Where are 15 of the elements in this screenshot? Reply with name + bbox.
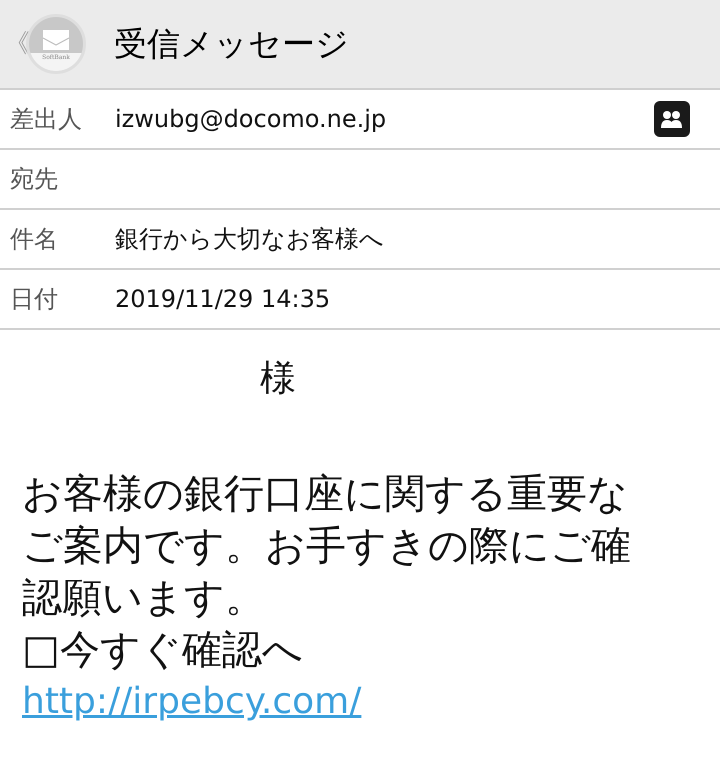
- people-icon: [660, 109, 684, 129]
- field-value: 銀行から大切なお客様へ: [115, 224, 385, 255]
- field-label: 差出人: [10, 104, 83, 135]
- field-label: 件名: [10, 224, 59, 255]
- field-label: 宛先: [10, 164, 59, 195]
- envelope-icon: [42, 29, 70, 51]
- field-value: izwubg@docomo.ne.jp: [115, 104, 388, 135]
- salutation: 様: [260, 358, 296, 399]
- back-button[interactable]: 《: [0, 24, 26, 64]
- contacts-button[interactable]: [654, 101, 690, 137]
- message-body: お客様の銀行口座に関する重要な ご案内です。お手すきの際にご確 認願います。 □今すぐ確認へ: [22, 470, 632, 675]
- message-link[interactable]: http://irpebcy.com/: [22, 681, 362, 722]
- field-label: 日付: [10, 284, 59, 315]
- field-value: 2019/11/29 14:35: [115, 284, 332, 315]
- screen-title: 受信メッセージ: [114, 23, 349, 66]
